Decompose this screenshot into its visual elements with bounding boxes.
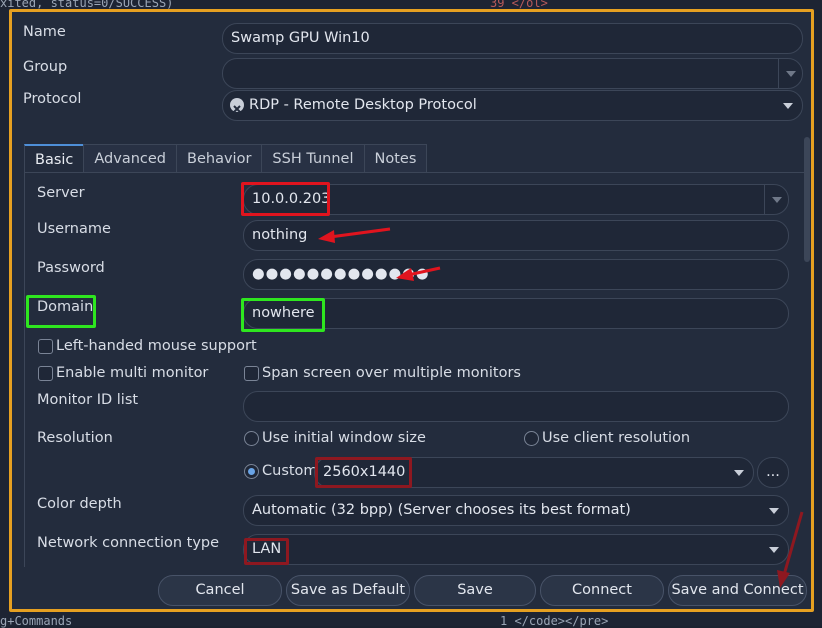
resolution-more-button[interactable]: ...: [757, 457, 789, 488]
name-field[interactable]: Swamp GPU Win10: [222, 23, 803, 54]
network-label: Network connection type: [37, 535, 220, 551]
server-label: Server: [37, 185, 85, 201]
custom-label: Custom: [262, 463, 318, 479]
group-label: Group: [23, 59, 68, 75]
use-client-label: Use client resolution: [542, 430, 691, 446]
multi-monitor-label: Enable multi monitor: [56, 365, 209, 381]
domain-field[interactable]: nowhere: [243, 298, 789, 329]
custom-resolution-arrow-icon: [734, 470, 744, 476]
protocol-icon: [230, 98, 244, 113]
use-initial-label: Use initial window size: [262, 430, 426, 446]
use-client-radio[interactable]: [524, 431, 539, 446]
network-arrow-icon: [769, 547, 779, 553]
cancel-button[interactable]: Cancel: [158, 575, 282, 606]
custom-resolution-value: 2560x1440: [323, 464, 406, 480]
tab-ssh-tunnel[interactable]: SSH Tunnel: [261, 144, 365, 173]
server-dropdown-arrow-icon[interactable]: [764, 185, 788, 214]
tab-behavior[interactable]: Behavior: [176, 144, 263, 173]
group-dropdown-arrow-icon[interactable]: [778, 59, 802, 88]
protocol-dropdown-arrow-icon: [783, 103, 793, 109]
color-depth-dropdown[interactable]: Automatic (32 bpp) (Server chooses its b…: [243, 495, 789, 526]
custom-resolution-dropdown[interactable]: 2560x1440: [314, 457, 754, 488]
scrollbar[interactable]: [804, 137, 810, 262]
left-handed-checkbox[interactable]: [38, 339, 53, 354]
save-as-default-button[interactable]: Save as Default: [286, 575, 410, 606]
name-label: Name: [23, 24, 66, 40]
tab-notes[interactable]: Notes: [363, 144, 428, 173]
monitor-id-label: Monitor ID list: [37, 392, 139, 408]
network-dropdown[interactable]: LAN: [243, 534, 789, 565]
color-depth-label: Color depth: [37, 496, 122, 512]
username-field[interactable]: nothing: [243, 220, 789, 251]
resolution-label: Resolution: [37, 430, 113, 446]
left-handed-label: Left-handed mouse support: [56, 338, 257, 354]
save-button[interactable]: Save: [414, 575, 536, 606]
password-label: Password: [37, 260, 105, 276]
color-depth-value: Automatic (32 bpp) (Server chooses its b…: [252, 502, 631, 518]
tab-basic[interactable]: Basic: [24, 144, 85, 173]
protocol-value: RDP - Remote Desktop Protocol: [249, 97, 477, 113]
domain-label: Domain: [37, 299, 94, 315]
custom-radio[interactable]: [244, 464, 259, 479]
tab-bar: Basic Advanced Behavior SSH Tunnel Notes: [24, 144, 428, 173]
use-initial-radio[interactable]: [244, 431, 259, 446]
monitor-id-field[interactable]: [243, 391, 789, 422]
protocol-dropdown[interactable]: RDP - Remote Desktop Protocol: [222, 90, 803, 121]
protocol-label: Protocol: [23, 91, 82, 107]
connection-dialog: Name Swamp GPU Win10 Group Protocol RDP …: [9, 9, 814, 612]
network-value: LAN: [252, 541, 282, 557]
server-value: 10.0.0.203: [252, 191, 331, 207]
color-depth-arrow-icon: [769, 508, 779, 514]
password-field[interactable]: ●●●●●●●●●●●●●: [243, 259, 789, 290]
group-dropdown[interactable]: [222, 58, 803, 89]
save-and-connect-button[interactable]: Save and Connect: [668, 575, 807, 606]
tab-advanced[interactable]: Advanced: [83, 144, 178, 173]
multi-monitor-checkbox[interactable]: [38, 366, 53, 381]
span-screen-checkbox[interactable]: [244, 366, 259, 381]
span-screen-label: Span screen over multiple monitors: [262, 365, 521, 381]
connect-button[interactable]: Connect: [540, 575, 664, 606]
username-label: Username: [37, 221, 111, 237]
server-field[interactable]: 10.0.0.203: [243, 184, 789, 215]
